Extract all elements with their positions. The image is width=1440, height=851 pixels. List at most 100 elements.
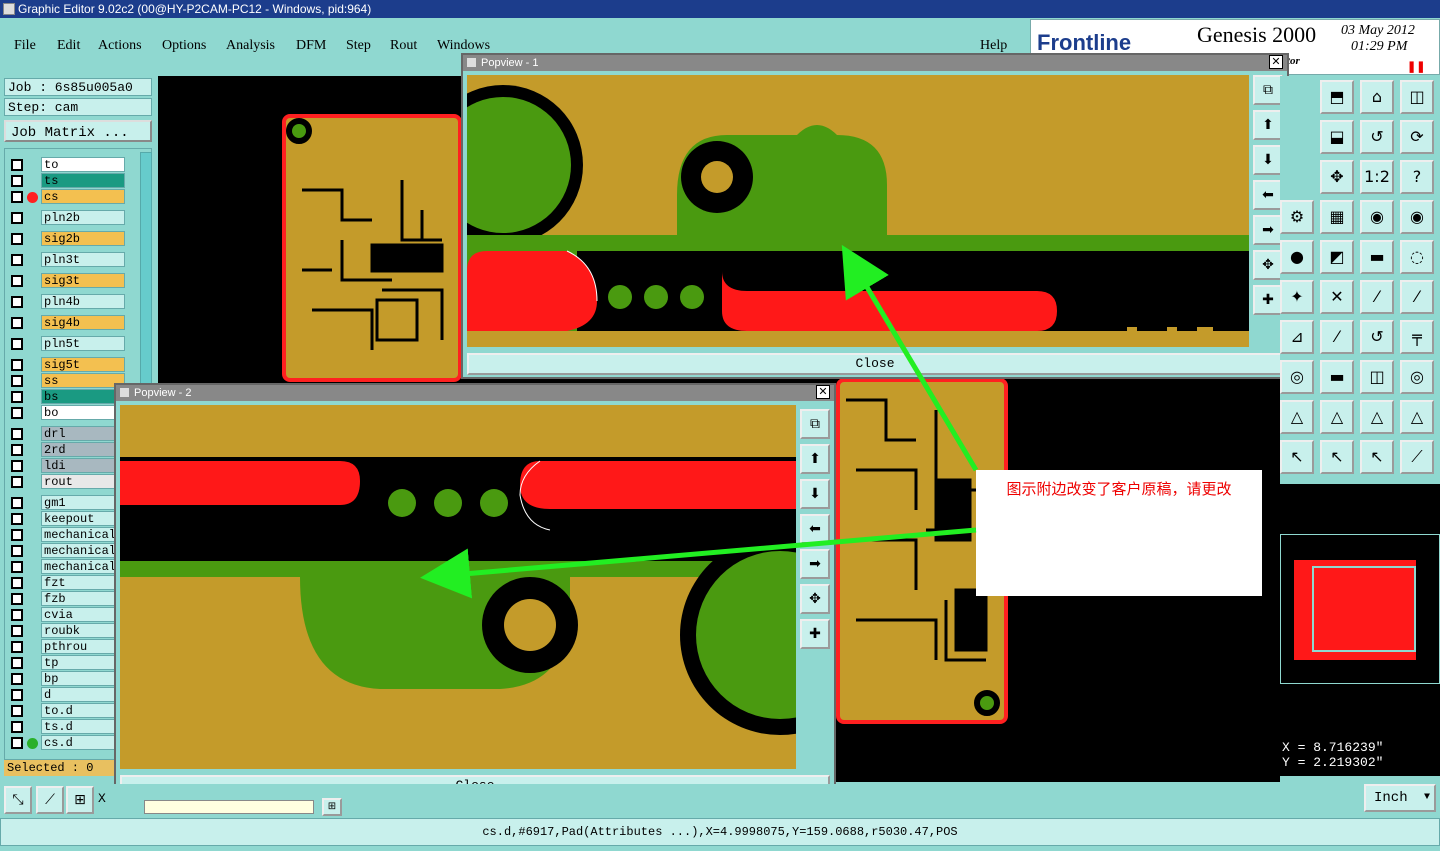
layer-name[interactable]: roubk	[41, 623, 125, 638]
redo-icon[interactable]: ⟳	[1400, 120, 1434, 154]
node-icon[interactable]: ✦	[1280, 280, 1314, 314]
layer-name[interactable]: ts	[41, 173, 125, 188]
pan-right-icon[interactable]: ➡	[800, 549, 830, 579]
triangle-icon[interactable]: △	[1280, 400, 1314, 434]
layer-checkbox[interactable]	[11, 705, 23, 717]
window-icon[interactable]: ⬒	[1320, 80, 1354, 114]
pointer-icon[interactable]: ↖	[1280, 440, 1314, 474]
measure-icon[interactable]: ⟋	[36, 786, 64, 814]
layer-name[interactable]: 2rd	[41, 442, 125, 457]
layer-checkbox[interactable]	[11, 577, 23, 589]
line2-icon[interactable]: ⁄	[1400, 280, 1434, 314]
layer-checkbox[interactable]	[11, 737, 23, 749]
layer-checkbox[interactable]	[11, 391, 23, 403]
popview-2-canvas[interactable]	[120, 405, 796, 769]
ruler-icon[interactable]: ▬	[1360, 240, 1394, 274]
layer-name[interactable]: d	[41, 687, 125, 702]
home-icon[interactable]: ⌂	[1360, 80, 1394, 114]
move-icon[interactable]: ✥	[1320, 160, 1354, 194]
frame-icon[interactable]: ◫	[1360, 360, 1394, 394]
layer-checkbox[interactable]	[11, 428, 23, 440]
grid-small-icon[interactable]: ⊞	[322, 798, 342, 816]
layer-checkbox[interactable]	[11, 159, 23, 171]
bar-icon[interactable]: ▬	[1320, 360, 1354, 394]
layer-checkbox[interactable]	[11, 191, 23, 203]
zoom-out-icon[interactable]: ✚	[1253, 285, 1283, 315]
help-icon[interactable]: ?	[1400, 160, 1434, 194]
line-icon[interactable]: ⁄	[1360, 280, 1394, 314]
layer-name[interactable]: sig3t	[41, 273, 125, 288]
zoom-in-icon[interactable]: ✥	[1253, 250, 1283, 280]
layer-name[interactable]: fzt	[41, 575, 125, 590]
layer-checkbox[interactable]	[11, 296, 23, 308]
layer-name[interactable]: pln2b	[41, 210, 125, 225]
path-icon[interactable]: ⟋	[1400, 440, 1434, 474]
layer-checkbox[interactable]	[11, 625, 23, 637]
overview-viewport[interactable]	[1312, 566, 1416, 652]
units-button[interactable]: Inch ▼	[1364, 784, 1436, 812]
zoom-out-icon[interactable]: ✚	[800, 619, 830, 649]
layer-name[interactable]: tp	[41, 655, 125, 670]
layer-name[interactable]: ldi	[41, 458, 125, 473]
layer-checkbox[interactable]	[11, 460, 23, 472]
zoom-window-icon[interactable]: ⧉	[800, 409, 830, 439]
slash-icon[interactable]: ⁄	[1320, 320, 1354, 354]
layer-name[interactable]: cs.d	[41, 735, 125, 750]
menu-help[interactable]: Help	[980, 38, 1007, 54]
grid-icon[interactable]: ▦	[1320, 200, 1354, 234]
job-matrix-button[interactable]: Job Matrix ...	[4, 120, 152, 142]
layer-checkbox[interactable]	[11, 375, 23, 387]
layer-name[interactable]: fzb	[41, 591, 125, 606]
layer-checkbox[interactable]	[11, 593, 23, 605]
color-icon[interactable]: ◩	[1320, 240, 1354, 274]
layer-row[interactable]: pln3t	[5, 252, 145, 268]
layer-checkbox[interactable]	[11, 657, 23, 669]
layer-name[interactable]: to.d	[41, 703, 125, 718]
pan-down-icon[interactable]: ⬇	[800, 479, 830, 509]
menu-analysis[interactable]: Analysis	[226, 38, 275, 54]
menu-file[interactable]: File	[14, 38, 36, 54]
popview-2-close-icon[interactable]: ✕	[816, 385, 830, 399]
layer-name[interactable]: gm1	[41, 495, 125, 510]
menu-options[interactable]: Options	[162, 38, 206, 54]
layer-name[interactable]: pthrou	[41, 639, 125, 654]
layer-checkbox[interactable]	[11, 545, 23, 557]
layer-checkbox[interactable]	[11, 175, 23, 187]
zoom-in-icon[interactable]: ✥	[800, 584, 830, 614]
target-icon[interactable]: ◎	[1280, 360, 1314, 394]
layer-checkbox[interactable]	[11, 407, 23, 419]
layer-checkbox[interactable]	[11, 689, 23, 701]
overview-panel[interactable]	[1280, 484, 1440, 740]
layer-row[interactable]: sig2b	[5, 231, 145, 247]
layer-row[interactable]: pln5t	[5, 336, 145, 352]
angle-icon[interactable]: ⊿	[1280, 320, 1314, 354]
layer-row[interactable]: to	[5, 157, 145, 173]
split-icon[interactable]: ◫	[1400, 80, 1434, 114]
layer-checkbox[interactable]	[11, 233, 23, 245]
arc-icon[interactable]: ↺	[1360, 320, 1394, 354]
layer-checkbox[interactable]	[11, 444, 23, 456]
popview-1-close-button[interactable]: Close	[467, 353, 1283, 375]
layer-name[interactable]: keepout	[41, 511, 125, 526]
menu-step[interactable]: Step	[346, 38, 371, 54]
pad-icon[interactable]: ●	[1280, 240, 1314, 274]
command-input[interactable]	[144, 800, 314, 814]
layer-name[interactable]: drl	[41, 426, 125, 441]
triangle3-icon[interactable]: △	[1360, 400, 1394, 434]
layer-name[interactable]: cs	[41, 189, 125, 204]
layer-row[interactable]: pln4b	[5, 294, 145, 310]
triangle2-icon[interactable]: △	[1320, 400, 1354, 434]
layer-row[interactable]: pln2b	[5, 210, 145, 226]
layer-checkbox[interactable]	[11, 497, 23, 509]
circle-icon[interactable]: ◌	[1400, 240, 1434, 274]
layer-row[interactable]: ts	[5, 173, 145, 189]
layer-row[interactable]: cs	[5, 189, 145, 205]
zoom-extent-icon[interactable]: ⤡	[4, 786, 32, 814]
pointer3-icon[interactable]: ↖	[1360, 440, 1394, 474]
layer-name[interactable]: sig2b	[41, 231, 125, 246]
layer-name[interactable]: rout	[41, 474, 125, 489]
settings-icon[interactable]: ⚙	[1280, 200, 1314, 234]
rotate-icon[interactable]: ↺	[1360, 120, 1394, 154]
layer-name[interactable]: mechanical	[41, 559, 125, 574]
layer-checkbox[interactable]	[11, 338, 23, 350]
